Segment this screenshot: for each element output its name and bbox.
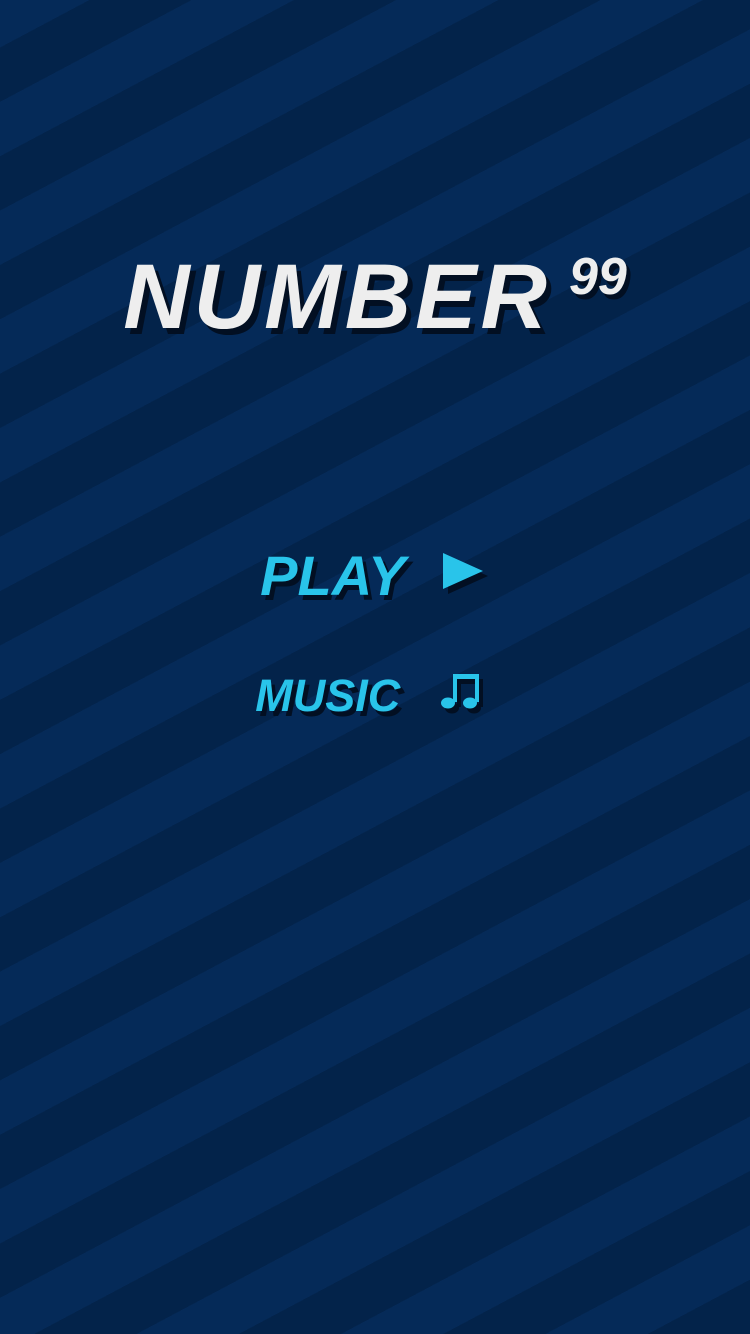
game-title-superscript: 99 [568,248,627,306]
music-toggle-button[interactable]: MUSIC [0,668,750,723]
music-notes-icon [439,668,495,723]
play-button[interactable]: PLAY [0,543,750,608]
play-button-label: PLAY [260,544,406,607]
play-triangle-icon [440,550,490,601]
game-title-text: NUMBER [123,246,551,348]
game-title: NUMBER 99 [0,245,750,350]
music-button-label: MUSIC [255,669,401,721]
